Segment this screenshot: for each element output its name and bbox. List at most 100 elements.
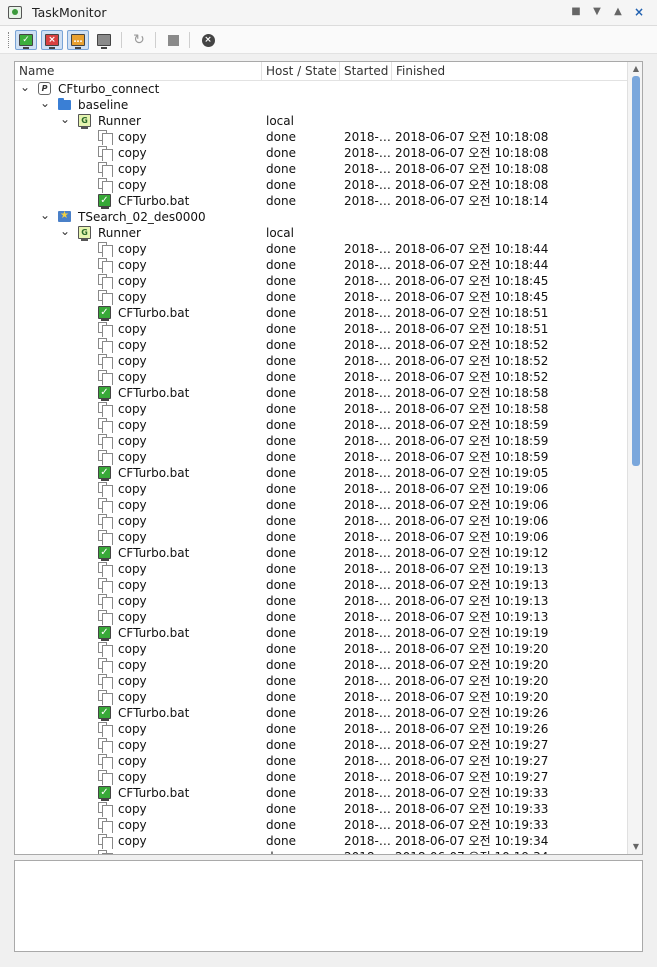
tree-row[interactable]: ⌄ G Runner local [15, 113, 627, 129]
column-header-host-state[interactable]: Host / State [262, 62, 340, 81]
tree-row[interactable]: copy done 2018-… 2018-06-07 오전 10:19:27 [15, 737, 627, 753]
tree-row[interactable]: copy done 2018-… 2018-06-07 오전 10:19:06 [15, 513, 627, 529]
tree-row[interactable]: ✓ CFTurbo.bat done 2018-… 2018-06-07 오전 10:1… [15, 385, 627, 401]
done-task-icon: ✓ [98, 626, 111, 641]
tree-row[interactable]: copy done 2018-… 2018-06-07 오전 10:18:08 [15, 161, 627, 177]
stop-button[interactable] [162, 30, 184, 50]
tree-row[interactable]: ✓ CFTurbo.bat done 2018-… 2018-06-07 오전 10:1… [15, 785, 627, 801]
tree-cell-finished: 2018-06-07 오전 10:19:34 [395, 834, 549, 848]
expand-chevron-icon[interactable]: ⌄ [39, 209, 51, 225]
expand-chevron-icon[interactable]: ⌄ [39, 97, 51, 113]
column-header-finished[interactable]: Finished [392, 62, 627, 81]
copy-icon [98, 322, 113, 337]
tree-row[interactable]: copy done 2018-… 2018-06-07 오전 10:19:33 [15, 801, 627, 817]
tree-row[interactable]: ✓ CFTurbo.bat done 2018-… 2018-06-07 오전 10:1… [15, 705, 627, 721]
tree-row[interactable]: copy done 2018-… 2018-06-07 오전 10:18:52 [15, 337, 627, 353]
tree-row[interactable]: ⌄ G Runner local [15, 225, 627, 241]
tree-row[interactable]: copydone2018-…2018-06-07 오전 10:19:34 [15, 833, 627, 849]
tree-row[interactable]: copy done 2018-… 2018-06-07 오전 10:18:58 [15, 401, 627, 417]
tree-row[interactable]: copy done 2018-… 2018-06-07 오전 10:18:52 [15, 353, 627, 369]
tree-row[interactable]: copy done 2018-… 2018-06-07 오전 10:19:27 [15, 769, 627, 785]
tree-cell-finished: 2018-06-07 오전 10:19:13 [395, 562, 549, 576]
maximize-up-icon[interactable]: ▲ [610, 4, 626, 20]
show-failed-button[interactable]: × [41, 30, 63, 50]
tree-row[interactable]: copy done 2018-… 2018-06-07 오전 10:19:06 [15, 529, 627, 545]
detail-panel[interactable] [14, 860, 643, 952]
tree-cell-finished: 2018-06-07 오전 10:19:33 [395, 802, 549, 816]
tree-row[interactable]: copy done 2018-… 2018-06-07 오전 10:19:13 [15, 577, 627, 593]
expand-chevron-icon[interactable]: ⌄ [19, 81, 31, 97]
toolbar-grip[interactable] [8, 32, 11, 48]
expand-chevron-icon[interactable]: ⌄ [59, 113, 71, 129]
tree-row[interactable]: copy done 2018-… 2018-06-07 오전 10:19:20 [15, 689, 627, 705]
menu-down-icon[interactable]: ▼ [589, 4, 605, 20]
tree-row[interactable]: copy done 2018-… 2018-06-07 오전 10:18:08 [15, 129, 627, 145]
tree-cell-host-state: done [266, 674, 296, 688]
tree-cell-host-state: done [266, 306, 296, 320]
tree-cell-finished: 2018-06-07 오전 10:18:08 [395, 146, 549, 160]
tree-cell-name: copy [15, 353, 262, 369]
copy-icon [98, 274, 113, 289]
tree-row[interactable]: copy done 2018-… 2018-06-07 오전 10:18:45 [15, 273, 627, 289]
tree-row[interactable]: copy done 2018-… 2018-06-07 오전 10:19:27 [15, 753, 627, 769]
tree-cell-started: 2018-… [344, 642, 391, 656]
tree-row[interactable]: copy done 2018-… 2018-06-07 오전 10:18:44 [15, 257, 627, 273]
scroll-up-icon[interactable]: ▲ [628, 62, 642, 76]
expand-chevron-icon[interactable]: ⌄ [59, 225, 71, 241]
runner-icon: G [78, 226, 91, 241]
tree-cell-host-state: done [266, 146, 296, 160]
tree-cell-name: copy [15, 161, 262, 177]
tree-row[interactable]: copy done 2018-… 2018-06-07 오전 10:18:59 [15, 417, 627, 433]
scrollbar-thumb[interactable] [632, 76, 640, 466]
tree-row[interactable]: copy done 2018-… 2018-06-07 오전 10:18:59 [15, 433, 627, 449]
tree-row[interactable]: copy done 2018-… 2018-06-07 오전 10:19:33 [15, 817, 627, 833]
tree-row[interactable]: copy done 2018-… 2018-06-07 오전 10:19:06 [15, 481, 627, 497]
tree-row[interactable]: copy done 2018-… 2018-06-07 오전 10:18:08 [15, 177, 627, 193]
minimize-icon[interactable]: ■ [568, 4, 584, 20]
tree-row[interactable]: ⌄ P CFturbo_connect [15, 81, 627, 97]
scroll-down-icon[interactable]: ▼ [628, 840, 642, 854]
tree-row[interactable]: ✓ CFTurbo.bat done 2018-… 2018-06-07 오전 10:1… [15, 465, 627, 481]
tree-row[interactable]: copy done 2018-… 2018-06-07 오전 10:19:06 [15, 497, 627, 513]
tree-row[interactable]: copy done 2018-… 2018-06-07 오전 10:18:08 [15, 145, 627, 161]
tree-row[interactable]: copy done 2018-… 2018-06-07 오전 10:19:20 [15, 657, 627, 673]
tree-row[interactable]: copy done 2018-… 2018-06-07 오전 10:18:44 [15, 241, 627, 257]
tree-row[interactable]: ✓ CFTurbo.bat done 2018-… 2018-06-07 오전 10:1… [15, 625, 627, 641]
column-header-name[interactable]: Name [15, 62, 262, 81]
show-done-button[interactable]: ✓ [15, 30, 37, 50]
tree-cell-finished: 2018-06-07 오전 10:19:20 [395, 690, 549, 704]
tree-row[interactable]: ⌄ TSearch_02_des0000 [15, 209, 627, 225]
close-icon[interactable]: × [631, 4, 647, 20]
column-header-started[interactable]: Started [340, 62, 392, 81]
show-pending-button[interactable] [93, 30, 115, 50]
tree-row[interactable]: ✓ CFTurbo.bat done 2018-… 2018-06-07 오전 10:1… [15, 305, 627, 321]
tree-row[interactable]: copy done 2018-… 2018-06-07 오전 10:19:26 [15, 721, 627, 737]
tree-item-label: copy [118, 146, 147, 160]
task-tree[interactable]: Name Host / State Started Finished ⌄ P CFt… [14, 61, 643, 855]
tree-cell-finished: 2018-06-07 오전 10:19:06 [395, 530, 549, 544]
tree-cell-started: 2018-… [344, 610, 391, 624]
tree-row[interactable]: copy done 2018-… 2018-06-07 오전 10:18:52 [15, 369, 627, 385]
tree-row[interactable]: copy done 2018-… 2018-06-07 오전 10:18:59 [15, 449, 627, 465]
tree-cell-finished: 2018-06-07 오전 10:18:59 [395, 450, 549, 464]
tree-cell-started: 2018-… [344, 802, 391, 816]
cancel-button[interactable]: × [197, 30, 219, 50]
tree-row[interactable]: ⌄ baseline [15, 97, 627, 113]
tree-row[interactable]: copy done 2018-… 2018-06-07 오전 10:19:13 [15, 561, 627, 577]
tree-row[interactable]: copy done 2018-… 2018-06-07 오전 10:19:20 [15, 641, 627, 657]
tree-row[interactable]: ✓ CFTurbo.bat done 2018-… 2018-06-07 오전 10:1… [15, 545, 627, 561]
tree-row[interactable]: copydone2018-…2018-06-07 오전 10:19:34 [15, 849, 627, 854]
show-running-button[interactable]: … [67, 30, 89, 50]
tree-row[interactable]: copy done 2018-… 2018-06-07 오전 10:18:45 [15, 289, 627, 305]
tree-cell-started: 2018-… [344, 818, 391, 832]
vertical-scrollbar[interactable]: ▲ ▼ [627, 62, 642, 854]
tree-cell-host-state: done [266, 594, 296, 608]
refresh-button[interactable]: ↻ [128, 30, 150, 50]
tree-row[interactable]: copy done 2018-… 2018-06-07 오전 10:19:20 [15, 673, 627, 689]
tree-row[interactable]: copy done 2018-… 2018-06-07 오전 10:18:51 [15, 321, 627, 337]
tree-row[interactable]: ✓ CFTurbo.bat done 2018-… 2018-06-07 오전 10:1… [15, 193, 627, 209]
tree-row[interactable]: copy done 2018-… 2018-06-07 오전 10:19:13 [15, 609, 627, 625]
tree-cell-name: copy [15, 513, 262, 529]
tree-cell-started: 2018-… [344, 418, 391, 432]
tree-row[interactable]: copy done 2018-… 2018-06-07 오전 10:19:13 [15, 593, 627, 609]
